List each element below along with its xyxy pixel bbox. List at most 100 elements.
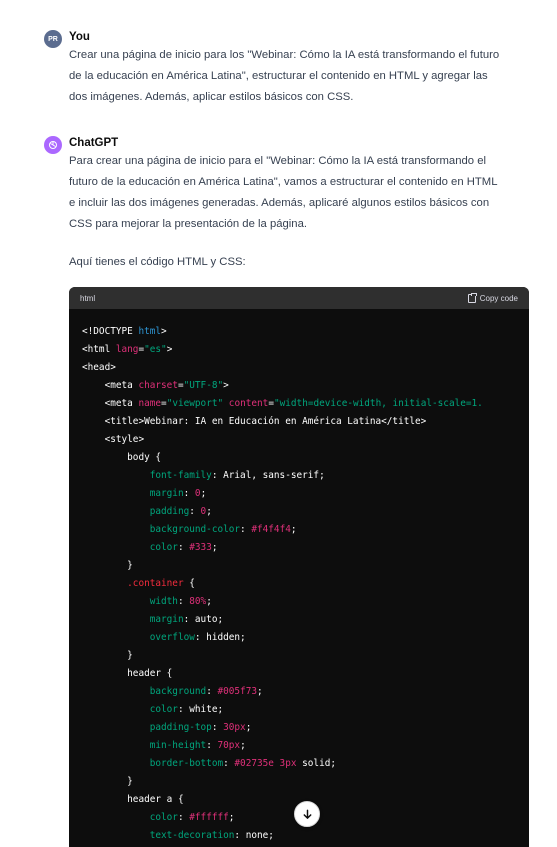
code-token: } <box>82 650 133 661</box>
code-token: "width=device-width, initial-scale=1. <box>273 398 483 409</box>
code-line: <title>Webinar: IA en Educación en Améri… <box>82 413 516 431</box>
copy-code-label: Copy code <box>479 293 518 303</box>
code-line: } <box>82 773 516 791</box>
code-token: "viewport" <box>166 398 224 409</box>
code-token: ; <box>257 686 263 697</box>
code-token: : <box>177 542 190 553</box>
assistant-author-name: ChatGPT <box>69 137 119 149</box>
code-line: padding: 0; <box>82 503 516 521</box>
code-line: color: white; <box>82 701 516 719</box>
code-token: <!DOCTYPE <box>82 326 139 337</box>
code-token: body { <box>82 452 162 463</box>
code-token: "es" <box>144 344 167 355</box>
code-token: 70px <box>217 740 241 751</box>
code-token: ; <box>206 596 212 607</box>
code-token: .container <box>127 578 184 589</box>
code-token: background <box>149 686 207 697</box>
code-token: : <box>177 812 190 823</box>
code-token: ; <box>211 542 218 553</box>
code-token: <html <box>82 344 116 355</box>
code-token: name <box>138 398 162 409</box>
code-token: color <box>149 704 178 715</box>
code-token: lang <box>115 344 139 355</box>
code-token: background-color <box>149 524 241 535</box>
code-token: margin <box>149 488 184 499</box>
code-line: body { <box>82 449 516 467</box>
code-language-label: html <box>80 293 96 303</box>
code-line: .container { <box>82 575 516 593</box>
arrow-down-icon <box>303 809 311 819</box>
code-token: } <box>82 560 133 571</box>
code-line: overflow: hidden; <box>82 629 516 647</box>
code-token: > <box>166 344 173 355</box>
copy-code-button[interactable]: Copy code <box>467 292 518 303</box>
assistant-intro-text: Aquí tienes el código HTML y CSS: <box>69 256 246 268</box>
code-line: <html lang="es"> <box>82 341 516 359</box>
code-token: : hidden; <box>194 632 246 643</box>
code-token: : <box>223 758 235 769</box>
clipboard-icon <box>467 292 477 303</box>
text-line: dos imágenes. Además, aplicar estilos bá… <box>69 91 354 103</box>
code-line: <!DOCTYPE html> <box>82 323 516 341</box>
scroll-down-button[interactable] <box>294 801 320 827</box>
code-line: min-height: 70px; <box>82 737 516 755</box>
code-token: color <box>149 542 178 553</box>
code-token: } <box>82 776 133 787</box>
code-block: html Copy code <!DOCTYPE html> <html lang… <box>69 287 529 847</box>
user-message-text: Crear una página de inicio para los "Web… <box>69 45 529 108</box>
code-line: header { <box>82 665 516 683</box>
code-line: background: #005f73; <box>82 683 516 701</box>
code-line: color: #333; <box>82 539 516 557</box>
code-line: <meta name="viewport" content="width=dev… <box>82 395 516 413</box>
code-token: <title>Webinar: IA en Educación en Améri… <box>82 416 427 427</box>
code-token: margin <box>149 614 184 625</box>
code-line: margin: auto; <box>82 611 516 629</box>
code-token: min-height <box>149 740 207 751</box>
code-token: text-decoration <box>149 830 235 841</box>
code-token: : Arial, sans-serif; <box>211 470 325 481</box>
code-token: "UTF-8" <box>183 380 224 391</box>
code-token: header { <box>82 668 173 679</box>
code-token: ; <box>240 740 246 751</box>
code-line: background-color: #f4f4f4; <box>82 521 516 539</box>
text-line: CSS para mejorar la presentación de la p… <box>69 218 308 230</box>
code-token: <head> <box>82 362 116 373</box>
assistant-message: ChatGPT Para crear una página de inicio … <box>44 136 529 286</box>
code-token: ; <box>228 812 235 823</box>
code-token: <style> <box>82 434 145 445</box>
code-line: <head> <box>82 359 516 377</box>
code-token: width <box>149 596 178 607</box>
text-line: Para crear una página de inicio para el … <box>69 155 486 167</box>
code-token: ; <box>290 524 297 535</box>
code-token: > <box>223 380 229 391</box>
user-author-name: You <box>69 31 90 43</box>
code-token: font-family <box>149 470 212 481</box>
code-token: solid; <box>296 758 337 769</box>
code-token: content <box>228 398 269 409</box>
code-token: html <box>138 326 162 337</box>
user-avatar: PR <box>44 30 62 48</box>
code-line: <meta charset="UTF-8"> <box>82 377 516 395</box>
code-content: <!DOCTYPE html> <html lang="es"> <head> <m… <box>69 309 529 845</box>
code-token: : <box>177 596 190 607</box>
code-line: width: 80%; <box>82 593 516 611</box>
code-token: { <box>183 578 195 589</box>
code-token: : <box>189 506 201 517</box>
assistant-message-text: Para crear una página de inicio para el … <box>69 151 529 235</box>
code-token: > <box>161 326 167 337</box>
code-token: header a { <box>82 794 184 805</box>
code-line: } <box>82 647 516 665</box>
